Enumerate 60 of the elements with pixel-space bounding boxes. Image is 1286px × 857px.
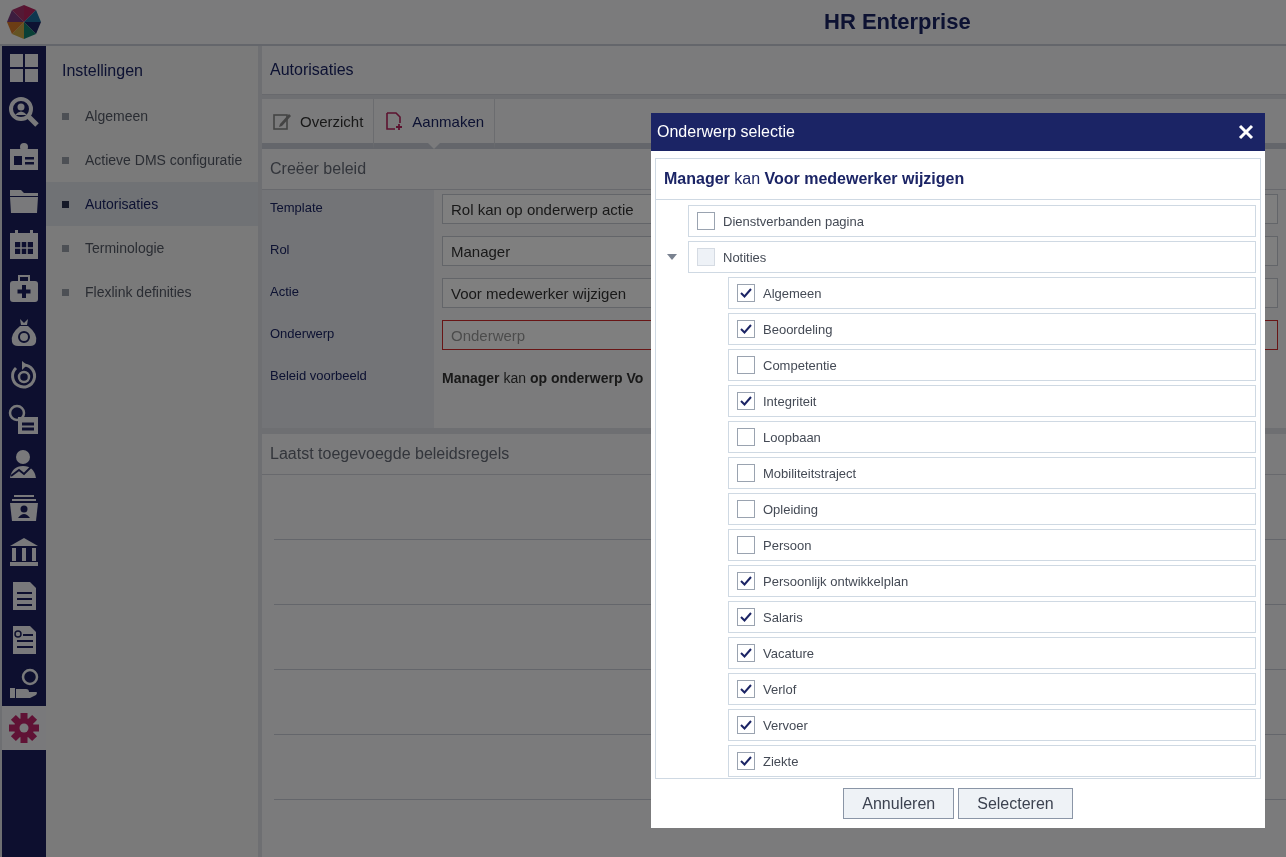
- checkbox[interactable]: [737, 464, 755, 482]
- edit-icon: [272, 111, 292, 131]
- dialog-heading: Manager kan Voor medewerker wijzigen: [664, 170, 965, 188]
- tree-item[interactable]: Algemeen: [728, 277, 1256, 309]
- field-label: Onderwerp: [270, 326, 335, 341]
- checkbox[interactable]: [737, 608, 755, 626]
- policy-preview: Manager kan op onderwerp Vo: [442, 369, 644, 386]
- nav-button[interactable]: [2, 706, 46, 750]
- tree-item[interactable]: Ziekte: [728, 745, 1256, 777]
- tree-item[interactable]: Notities: [688, 241, 1256, 273]
- contact-box-icon: [8, 492, 40, 524]
- gear-icon: [8, 712, 40, 744]
- grid-icon: [8, 52, 40, 84]
- sidebar-title: Instellingen: [62, 62, 144, 80]
- hand-coin-icon: [8, 668, 40, 700]
- tree-item[interactable]: Beoordeling: [728, 313, 1256, 345]
- sidebar-item[interactable]: Autorisaties: [46, 182, 258, 226]
- field-label: Template: [270, 200, 323, 215]
- tree-item[interactable]: Persoonlijk ontwikkelplan: [728, 565, 1256, 597]
- checkbox[interactable]: [737, 500, 755, 518]
- field-label: Beleid voorbeeld: [270, 368, 367, 383]
- expand-icon[interactable]: [667, 254, 677, 260]
- checkbox[interactable]: [737, 356, 755, 374]
- id-card-icon: [8, 140, 40, 172]
- checkbox[interactable]: [737, 644, 755, 662]
- add-document-icon: [384, 111, 405, 131]
- checkbox[interactable]: [737, 680, 755, 698]
- tree-item[interactable]: Mobiliteitstraject: [728, 457, 1256, 489]
- checkbox[interactable]: [737, 284, 755, 302]
- app-title: HR Enterprise: [824, 9, 971, 35]
- tree-item[interactable]: Opleiding: [728, 493, 1256, 525]
- dialog-title: Onderwerp selectie: [657, 123, 795, 141]
- tree-item[interactable]: Vacature: [728, 637, 1256, 669]
- tree-item[interactable]: Competentie: [728, 349, 1256, 381]
- tree-item[interactable]: Loopbaan: [728, 421, 1256, 453]
- checkbox[interactable]: [737, 572, 755, 590]
- tree-item[interactable]: Persoon: [728, 529, 1256, 561]
- bank-icon: [8, 536, 40, 568]
- tree-item[interactable]: Verlof: [728, 673, 1256, 705]
- field-label: Rol: [270, 242, 290, 257]
- field-label: Actie: [270, 284, 299, 299]
- tree-item[interactable]: Dienstverbanden pagina: [688, 205, 1256, 237]
- checkbox[interactable]: [737, 536, 755, 554]
- medical-kit-icon: [8, 272, 40, 304]
- search-icon: [8, 96, 40, 128]
- dialog-button[interactable]: Annuleren: [843, 788, 955, 819]
- tree-item[interactable]: Salaris: [728, 601, 1256, 633]
- checkbox[interactable]: [737, 428, 755, 446]
- tree-item[interactable]: Integriteit: [728, 385, 1256, 417]
- dialog-button[interactable]: Selecteren: [958, 788, 1073, 819]
- checkbox[interactable]: [697, 212, 715, 230]
- close-icon: [1237, 123, 1255, 141]
- checkbox[interactable]: [737, 716, 755, 734]
- checkbox[interactable]: [737, 752, 755, 770]
- page-title: Autorisaties: [262, 46, 1286, 95]
- checkbox[interactable]: [737, 392, 755, 410]
- tree-item[interactable]: Vervoer: [728, 709, 1256, 741]
- logo-icon: [6, 4, 42, 40]
- calendar-icon: [8, 228, 40, 260]
- checkbox[interactable]: [737, 320, 755, 338]
